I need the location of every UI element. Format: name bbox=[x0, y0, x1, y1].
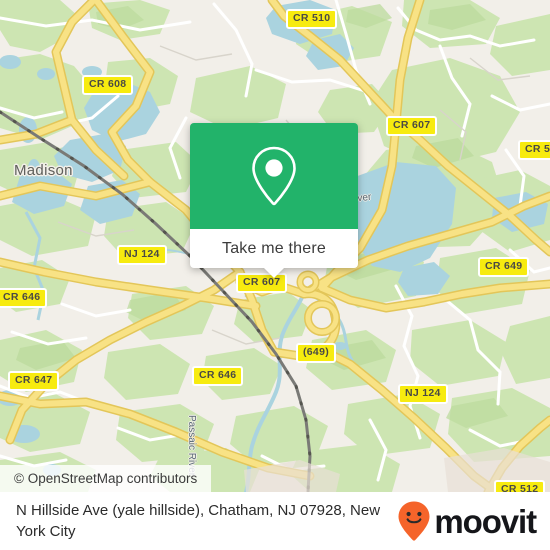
road-shield[interactable]: CR 510 bbox=[518, 140, 550, 160]
road-shield[interactable]: CR 649 bbox=[478, 257, 530, 277]
map-canvas[interactable]: Madison River Passaic River CR 510 CR 60… bbox=[0, 0, 550, 492]
footer-bar: N Hillside Ave (yale hillside), Chatham,… bbox=[0, 492, 550, 550]
road-shield[interactable]: CR 607 bbox=[386, 116, 438, 136]
map-pin-icon bbox=[252, 146, 296, 206]
moovit-pin-icon bbox=[398, 501, 430, 541]
moovit-logo[interactable]: moovit bbox=[397, 500, 537, 542]
road-shield[interactable]: CR 512 bbox=[494, 480, 546, 492]
road-shield[interactable]: CR 647 bbox=[8, 371, 60, 391]
road-shield[interactable]: CR 608 bbox=[82, 75, 134, 95]
location-title: N Hillside Ave (yale hillside), Chatham,… bbox=[16, 502, 381, 540]
destination-popup[interactable]: Take me there bbox=[190, 123, 358, 278]
popup-header bbox=[190, 123, 358, 229]
osm-attribution[interactable]: © OpenStreetMap contributors bbox=[0, 465, 212, 492]
osm-attribution-text: © OpenStreetMap contributors bbox=[14, 471, 198, 486]
moovit-map-screen: Madison River Passaic River CR 510 CR 60… bbox=[0, 0, 550, 550]
road-shield[interactable]: NJ 124 bbox=[117, 245, 167, 265]
road-shield[interactable]: CR 646 bbox=[0, 288, 48, 308]
map-label-madison: Madison bbox=[14, 162, 73, 179]
take-me-there-label: Take me there bbox=[222, 239, 326, 257]
road-shield[interactable]: NJ 124 bbox=[398, 384, 448, 404]
road-shield[interactable]: CR 646 bbox=[192, 366, 244, 386]
road-shield[interactable]: CR 510 bbox=[286, 9, 338, 29]
road-shield[interactable]: (649) bbox=[296, 343, 337, 363]
take-me-there-button[interactable]: Take me there bbox=[190, 229, 358, 278]
popup-pointer-tail bbox=[263, 267, 285, 278]
moovit-wordmark: moovit bbox=[434, 502, 537, 540]
